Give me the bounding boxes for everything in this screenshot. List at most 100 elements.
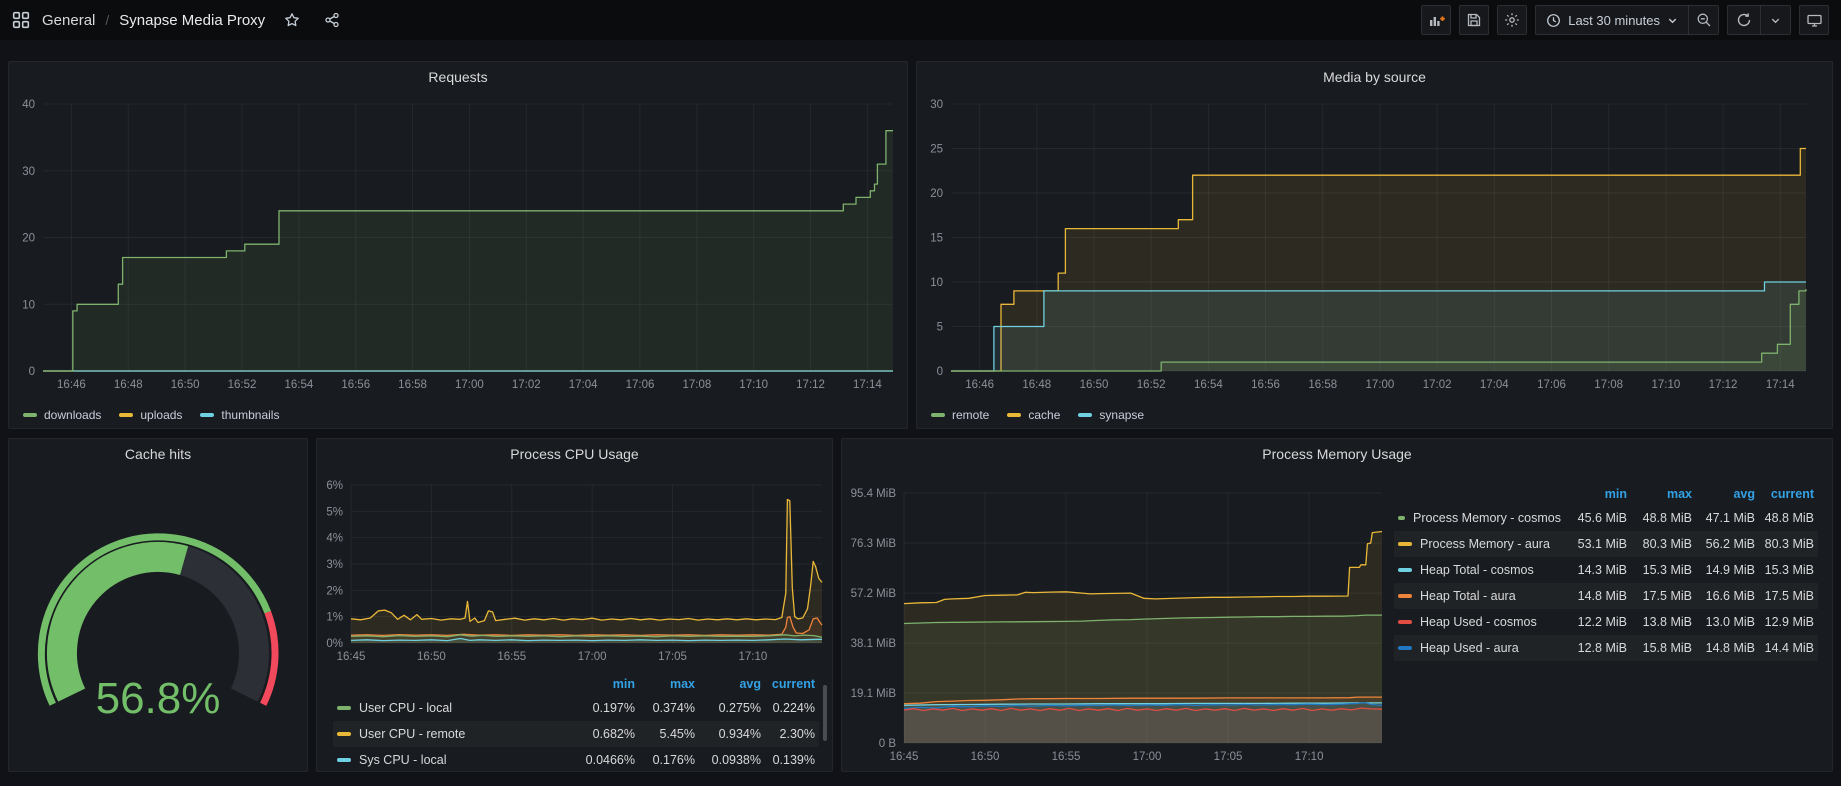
dashboard-title[interactable]: Synapse Media Proxy (119, 12, 265, 29)
time-range-picker[interactable]: Last 30 minutes (1535, 5, 1689, 35)
panel-title[interactable]: Media by source (917, 62, 1832, 92)
x-tick-label: 17:08 (1594, 379, 1623, 391)
zoom-out-time-button[interactable] (1689, 5, 1719, 35)
series-swatch (1078, 413, 1092, 417)
x-tick-label: 17:02 (512, 379, 541, 391)
series-toggle-Heap Used - cosmos[interactable]: Heap Used - cosmos (1394, 615, 1561, 629)
series-swatch (1398, 594, 1412, 598)
series-label: remote (952, 408, 989, 422)
y-tick-label: 25 (930, 144, 943, 156)
legend-scrollbar[interactable] (823, 685, 827, 741)
x-tick-label: 17:04 (569, 379, 598, 391)
legend-row: User CPU - remote0.682%5.45%0.934%2.30% (333, 721, 819, 747)
legend-sort-header-current[interactable]: current (1759, 487, 1818, 501)
series-toggle-Sys CPU - local[interactable]: Sys CPU - local (333, 753, 569, 767)
panel-requests: Requests 01020304016:4616:4816:5016:5216… (8, 61, 908, 429)
stat-current: 48.8 MiB (1759, 511, 1818, 525)
process-memory-chart[interactable]: 0 B19.1 MiB38.1 MiB57.2 MiB76.3 MiB95.4 … (842, 471, 1390, 771)
x-tick-label: 16:50 (417, 651, 446, 663)
legend-item-remote[interactable]: remote (931, 408, 989, 422)
breadcrumb-section[interactable]: General (42, 12, 95, 29)
y-tick-label: 20 (930, 188, 943, 200)
series-label: User CPU - local (359, 701, 452, 715)
legend-item-thumbnails[interactable]: thumbnails (200, 408, 279, 422)
add-panel-button[interactable] (1421, 5, 1451, 35)
x-tick-label: 17:00 (1133, 751, 1162, 763)
refresh-button[interactable] (1727, 5, 1761, 35)
x-tick-label: 16:52 (228, 379, 257, 391)
cpu-legend-table: minmaxavgcurrent User CPU - local 0.197% 0.… (333, 673, 819, 773)
stat-max: 80.3 MiB (1631, 537, 1696, 551)
legend-item-uploads[interactable]: uploads (119, 408, 182, 422)
navbar: General / Synapse Media Proxy (0, 0, 1841, 40)
stat-max: 17.5 MiB (1631, 589, 1696, 603)
y-tick-label: 4% (326, 533, 343, 545)
media-by-source-chart[interactable]: 05101520253016:4616:4816:5016:5216:5416:… (917, 92, 1832, 398)
legend-sort-header-min[interactable]: min (1561, 487, 1631, 501)
series-label: Heap Used - cosmos (1420, 615, 1537, 629)
y-tick-label: 30 (930, 99, 943, 111)
stat-current: 2.30% (765, 727, 819, 741)
series-toggle-Heap Total - aura[interactable]: Heap Total - aura (1394, 589, 1561, 603)
series-swatch (1398, 620, 1412, 624)
requests-chart[interactable]: 01020304016:4616:4816:5016:5216:5416:561… (9, 92, 907, 398)
share-icon[interactable] (319, 7, 345, 33)
legend-item-downloads[interactable]: downloads (23, 408, 101, 422)
series-toggle-User CPU - remote[interactable]: User CPU - remote (333, 727, 569, 741)
series-toggle-Process Memory - cosmos[interactable]: Process Memory - cosmos (1394, 511, 1561, 525)
x-tick-label: 16:56 (341, 379, 370, 391)
stat-min: 12.2 MiB (1561, 615, 1631, 629)
stat-min: 14.3 MiB (1561, 563, 1631, 577)
series-toggle-User CPU - local[interactable]: User CPU - local (333, 701, 569, 715)
panel-title[interactable]: Requests (9, 62, 907, 92)
time-range-label: Last 30 minutes (1568, 13, 1660, 28)
stat-avg: 47.1 MiB (1696, 511, 1759, 525)
save-dashboard-button[interactable] (1459, 5, 1489, 35)
legend-table-header: minmaxavgcurrent (1394, 483, 1818, 505)
cycle-view-mode-button[interactable] (1799, 5, 1829, 35)
legend-row: User CPU - local0.197%0.374%0.275%0.224% (333, 695, 819, 721)
panel-title[interactable]: Cache hits (9, 439, 307, 469)
y-tick-label: 3% (326, 559, 343, 571)
stat-avg: 14.8 MiB (1696, 641, 1759, 655)
series-swatch (337, 706, 351, 710)
legend-sort-header-max[interactable]: max (639, 677, 699, 691)
series-toggle-Process Memory - aura[interactable]: Process Memory - aura (1394, 537, 1561, 551)
y-tick-label: 0% (326, 638, 343, 650)
legend-sort-header-avg[interactable]: avg (1696, 487, 1759, 501)
y-tick-label: 6% (326, 480, 343, 492)
settings-button[interactable] (1497, 5, 1527, 35)
legend-item-synapse[interactable]: synapse (1078, 408, 1144, 422)
legend-sort-header-current[interactable]: current (765, 677, 819, 691)
panel-title[interactable]: Process CPU Usage (317, 439, 832, 469)
refresh-interval-dropdown[interactable] (1761, 5, 1791, 35)
process-cpu-chart[interactable]: 0%1%2%3%4%5%6%16:4516:5016:5517:0017:051… (317, 471, 832, 671)
x-tick-label: 16:50 (171, 379, 200, 391)
legend-sort-header-avg[interactable]: avg (699, 677, 765, 691)
legend-sort-header-min[interactable]: min (569, 677, 639, 691)
stat-min: 0.682% (569, 727, 639, 741)
series-swatch (200, 413, 214, 417)
y-tick-label: 10 (22, 299, 35, 311)
apps-grid-icon[interactable] (12, 11, 30, 29)
panel-title[interactable]: Process Memory Usage (842, 439, 1832, 469)
series-label: downloads (44, 408, 101, 422)
x-tick-label: 17:12 (796, 379, 825, 391)
series-label: Process Memory - aura (1420, 537, 1550, 551)
y-tick-label: 0 (937, 366, 943, 378)
x-tick-label: 16:55 (497, 651, 526, 663)
legend-sort-header-max[interactable]: max (1631, 487, 1696, 501)
series-swatch (1398, 568, 1412, 572)
stat-max: 15.8 MiB (1631, 641, 1696, 655)
legend-item-cache[interactable]: cache (1007, 408, 1060, 422)
star-icon[interactable] (279, 7, 305, 33)
y-tick-label: 40 (22, 99, 35, 111)
series-swatch (1007, 413, 1021, 417)
stat-min: 0.197% (569, 701, 639, 715)
stat-avg: 14.9 MiB (1696, 563, 1759, 577)
y-tick-label: 15 (930, 233, 943, 245)
panel-media-by-source: Media by source 05101520253016:4616:4816… (916, 61, 1833, 429)
series-toggle-Heap Used - aura[interactable]: Heap Used - aura (1394, 641, 1561, 655)
y-tick-label: 0 (29, 366, 35, 378)
series-toggle-Heap Total - cosmos[interactable]: Heap Total - cosmos (1394, 563, 1561, 577)
